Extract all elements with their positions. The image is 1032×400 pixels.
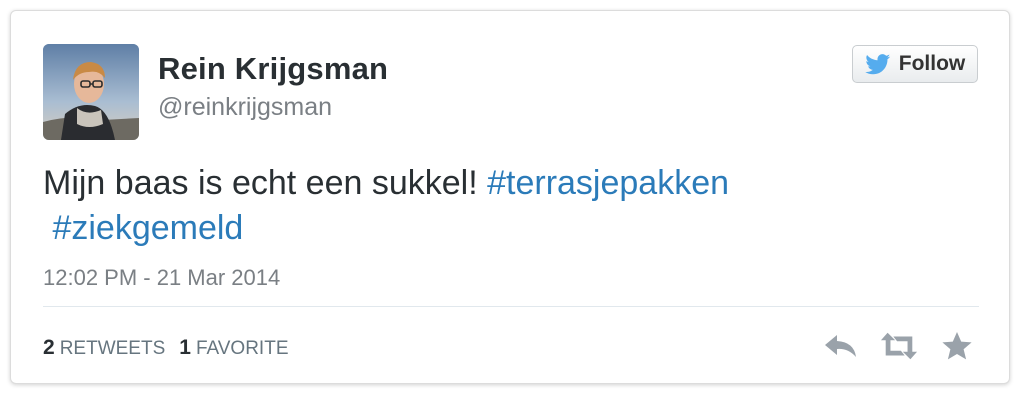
retweet-icon[interactable]: [880, 329, 918, 363]
retweets-stat[interactable]: 2 RETWEETS: [43, 336, 165, 360]
retweets-label: RETWEETS: [59, 338, 166, 359]
favorites-label: FAVORITE: [195, 338, 289, 359]
author-name[interactable]: Rein Krijgsman: [158, 51, 388, 87]
tweet-stats: 2 RETWEETS 1 FAVORITE: [43, 336, 303, 360]
twitter-bird-icon: [865, 53, 891, 75]
tweet-actions: [822, 329, 976, 363]
avatar-image: [43, 44, 139, 140]
follow-button[interactable]: Follow: [852, 45, 978, 83]
retweets-count: 2: [43, 336, 55, 359]
follow-label: Follow: [898, 52, 966, 75]
favorites-stat[interactable]: 1 FAVORITE: [179, 336, 288, 360]
avatar[interactable]: [43, 44, 139, 140]
hashtag-link[interactable]: #ziekgemeld: [52, 209, 243, 247]
reply-icon[interactable]: [822, 329, 860, 363]
tweet-timestamp[interactable]: 12:02 PM - 21 Mar 2014: [43, 265, 280, 291]
tweet-card: Rein Krijgsman @reinkrijgsman Follow Mij…: [10, 10, 1010, 384]
tweet-text: Mijn baas is echt een sukkel! #terrasjep…: [43, 161, 963, 251]
tweet-text-main: Mijn baas is echt een sukkel!: [43, 164, 488, 202]
divider: [43, 306, 979, 307]
author-handle[interactable]: @reinkrijgsman: [158, 93, 332, 122]
favorites-count: 1: [179, 336, 191, 359]
star-icon[interactable]: [938, 329, 976, 363]
hashtag-link[interactable]: #terrasjepakken: [487, 164, 729, 202]
